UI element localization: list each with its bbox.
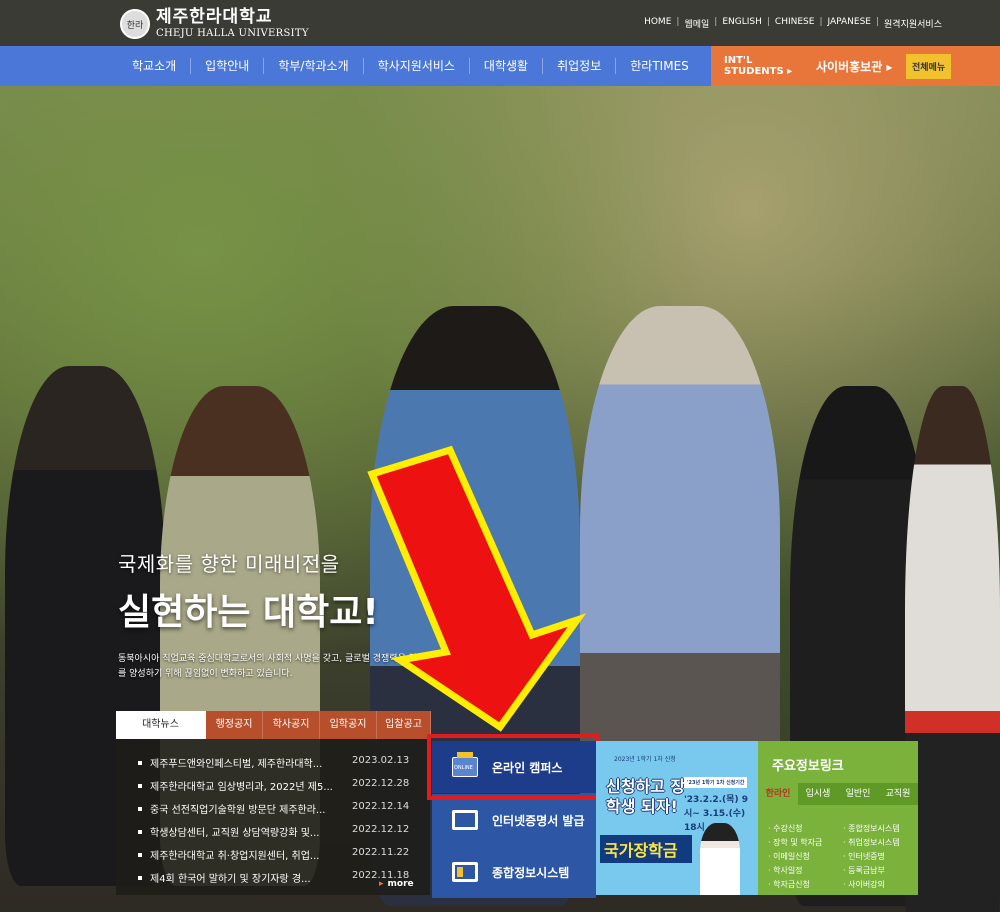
intl-students-link[interactable]: INT'L STUDENTS ▸ bbox=[711, 55, 806, 77]
seal-icon: 한라 bbox=[120, 9, 150, 39]
key-info-links: 주요정보링크 한라인 입시생 일반인 교직원 수강신청 종합정보시스템 장학 및… bbox=[758, 741, 918, 895]
info-link[interactable]: 학사일정 bbox=[768, 865, 843, 876]
tab-academic-notice[interactable]: 학사공지 bbox=[263, 711, 320, 739]
nav-item-academic-services[interactable]: 학사지원서비스 bbox=[362, 58, 469, 74]
info-links-title: 주요정보링크 bbox=[772, 759, 844, 774]
tab-bid-notice[interactable]: 입찰공고 bbox=[377, 711, 431, 739]
hero-headline: 국제화를 향한 미래비전을 실현하는 대학교! bbox=[118, 548, 379, 635]
news-list: 제주푸드앤와인페스티벌, 제주한라대학... 2023.02.13 제주한라대학교… bbox=[116, 739, 430, 895]
nav-item-campus-life[interactable]: 대학생활 bbox=[468, 58, 542, 74]
tab-public[interactable]: 일반인 bbox=[838, 783, 878, 805]
tab-admin-notice[interactable]: 행정공지 bbox=[206, 711, 263, 739]
integrated-info-system-button[interactable]: 종합정보시스템 bbox=[432, 846, 596, 898]
internet-certificate-button[interactable]: 인터넷증명서 발급 bbox=[432, 794, 596, 846]
news-item[interactable]: 중국 선전직업기술학원 방문단 제주한라... 2022.12.14 bbox=[138, 801, 418, 821]
info-link[interactable]: 인터넷증명 bbox=[843, 851, 918, 862]
info-link[interactable]: 종합정보시스템 bbox=[843, 823, 918, 834]
util-webmail[interactable]: 웹메일 bbox=[684, 17, 709, 30]
news-item[interactable]: 제주푸드앤와인페스티벌, 제주한라대학... 2023.02.13 bbox=[138, 755, 418, 775]
highlight-box bbox=[427, 734, 600, 800]
main-nav: 학교소개 입학안내 학부/학과소개 학사지원서비스 대학생활 취업정보 한라TI… bbox=[0, 46, 1000, 86]
info-link[interactable]: 수강신청 bbox=[768, 823, 843, 834]
tab-halla-in[interactable]: 한라인 bbox=[758, 783, 798, 805]
banner-headline: 신청하고 장학생 되자! bbox=[606, 777, 686, 816]
util-english[interactable]: ENGLISH bbox=[722, 17, 762, 30]
internet-certificate-label: 인터넷증명서 발급 bbox=[492, 813, 585, 828]
info-link[interactable]: 취업정보시스템 bbox=[843, 837, 918, 848]
news-more-link[interactable]: ▸ more bbox=[379, 879, 414, 889]
monitor-icon bbox=[452, 862, 478, 882]
info-link[interactable]: 등록금납부 bbox=[843, 865, 918, 876]
university-logo[interactable]: 한라 제주한라대학교 CHEJU HALLA UNIVERSITY bbox=[120, 9, 309, 39]
all-menu-button[interactable]: 전체메뉴 bbox=[906, 53, 952, 79]
news-item[interactable]: 제4회 한국어 말하기 및 장기자랑 경... 2022.11.18 bbox=[138, 870, 418, 890]
logo-korean-name: 제주한라대학교 bbox=[156, 7, 273, 27]
nav-item-about[interactable]: 학교소개 bbox=[118, 58, 190, 74]
util-remote-support[interactable]: 원격지원서비스 bbox=[884, 17, 942, 30]
info-link[interactable]: 학자금신청 bbox=[768, 879, 843, 890]
tab-university-news[interactable]: 대학뉴스 bbox=[116, 711, 206, 739]
nav-item-departments[interactable]: 학부/학과소개 bbox=[263, 58, 362, 74]
student-figure bbox=[905, 386, 1000, 912]
news-tabs: 대학뉴스 행정공지 학사공지 입학공지 입찰공고 bbox=[116, 711, 431, 739]
integrated-info-system-label: 종합정보시스템 bbox=[492, 865, 570, 880]
banner-tag: 2023년 1학기 1차 신청 bbox=[614, 756, 676, 763]
tab-staff[interactable]: 교직원 bbox=[878, 783, 918, 805]
utility-links: HOME | 웹메일 | ENGLISH | CHINESE | JAPANESE | 원… bbox=[644, 17, 942, 30]
banner-date-badge: '23년 1학기 1차 신청기간 bbox=[684, 777, 748, 788]
student-illustration bbox=[700, 823, 740, 895]
hero-line-2: 실현하는 대학교! bbox=[118, 592, 379, 633]
banner-national-scholarship: 국가장학금 bbox=[600, 835, 692, 863]
top-bar: 한라 제주한라대학교 CHEJU HALLA UNIVERSITY HOME | … bbox=[0, 0, 1000, 46]
cyber-pr-link[interactable]: 사이버홍보관 ▸ bbox=[806, 58, 904, 75]
news-item[interactable]: 제주한라대학교 임상병리과, 2022년 제5... 2022.12.28 bbox=[138, 778, 418, 798]
hero-line-1: 국제화를 향한 미래비전을 bbox=[118, 552, 340, 576]
util-home[interactable]: HOME bbox=[644, 17, 671, 30]
nav-item-halla-times[interactable]: 한라TIMES bbox=[615, 58, 703, 74]
tab-admission-notice[interactable]: 입학공지 bbox=[320, 711, 377, 739]
nav-item-jobs[interactable]: 취업정보 bbox=[542, 58, 615, 74]
nav-item-admission[interactable]: 입학안내 bbox=[190, 58, 263, 74]
news-item[interactable]: 제주한라대학교 취·창업지원센터, 취업... 2022.11.22 bbox=[138, 847, 418, 867]
info-link[interactable]: 장학 및 학자금 bbox=[768, 837, 843, 848]
info-link[interactable]: 이메일신청 bbox=[768, 851, 843, 862]
hero-description: 동북아시아 직업교육 중심대학교로서의 사회적 사명을 갖고, 글로벌 경쟁력을… bbox=[118, 654, 445, 679]
tab-applicants[interactable]: 입시생 bbox=[798, 783, 838, 805]
scholarship-banner[interactable]: 2023년 1학기 1차 신청 신청하고 장학생 되자! '23년 1학기 1차… bbox=[596, 741, 758, 895]
news-item[interactable]: 학생상담센터, 교직원 상담역량강화 및... 2022.12.12 bbox=[138, 824, 418, 844]
util-chinese[interactable]: CHINESE bbox=[775, 17, 815, 30]
info-link[interactable]: 사이버강의 bbox=[843, 879, 918, 890]
printer-icon bbox=[452, 810, 478, 830]
logo-english-name: CHEJU HALLA UNIVERSITY bbox=[156, 28, 309, 39]
util-japanese[interactable]: JAPANESE bbox=[828, 17, 871, 30]
